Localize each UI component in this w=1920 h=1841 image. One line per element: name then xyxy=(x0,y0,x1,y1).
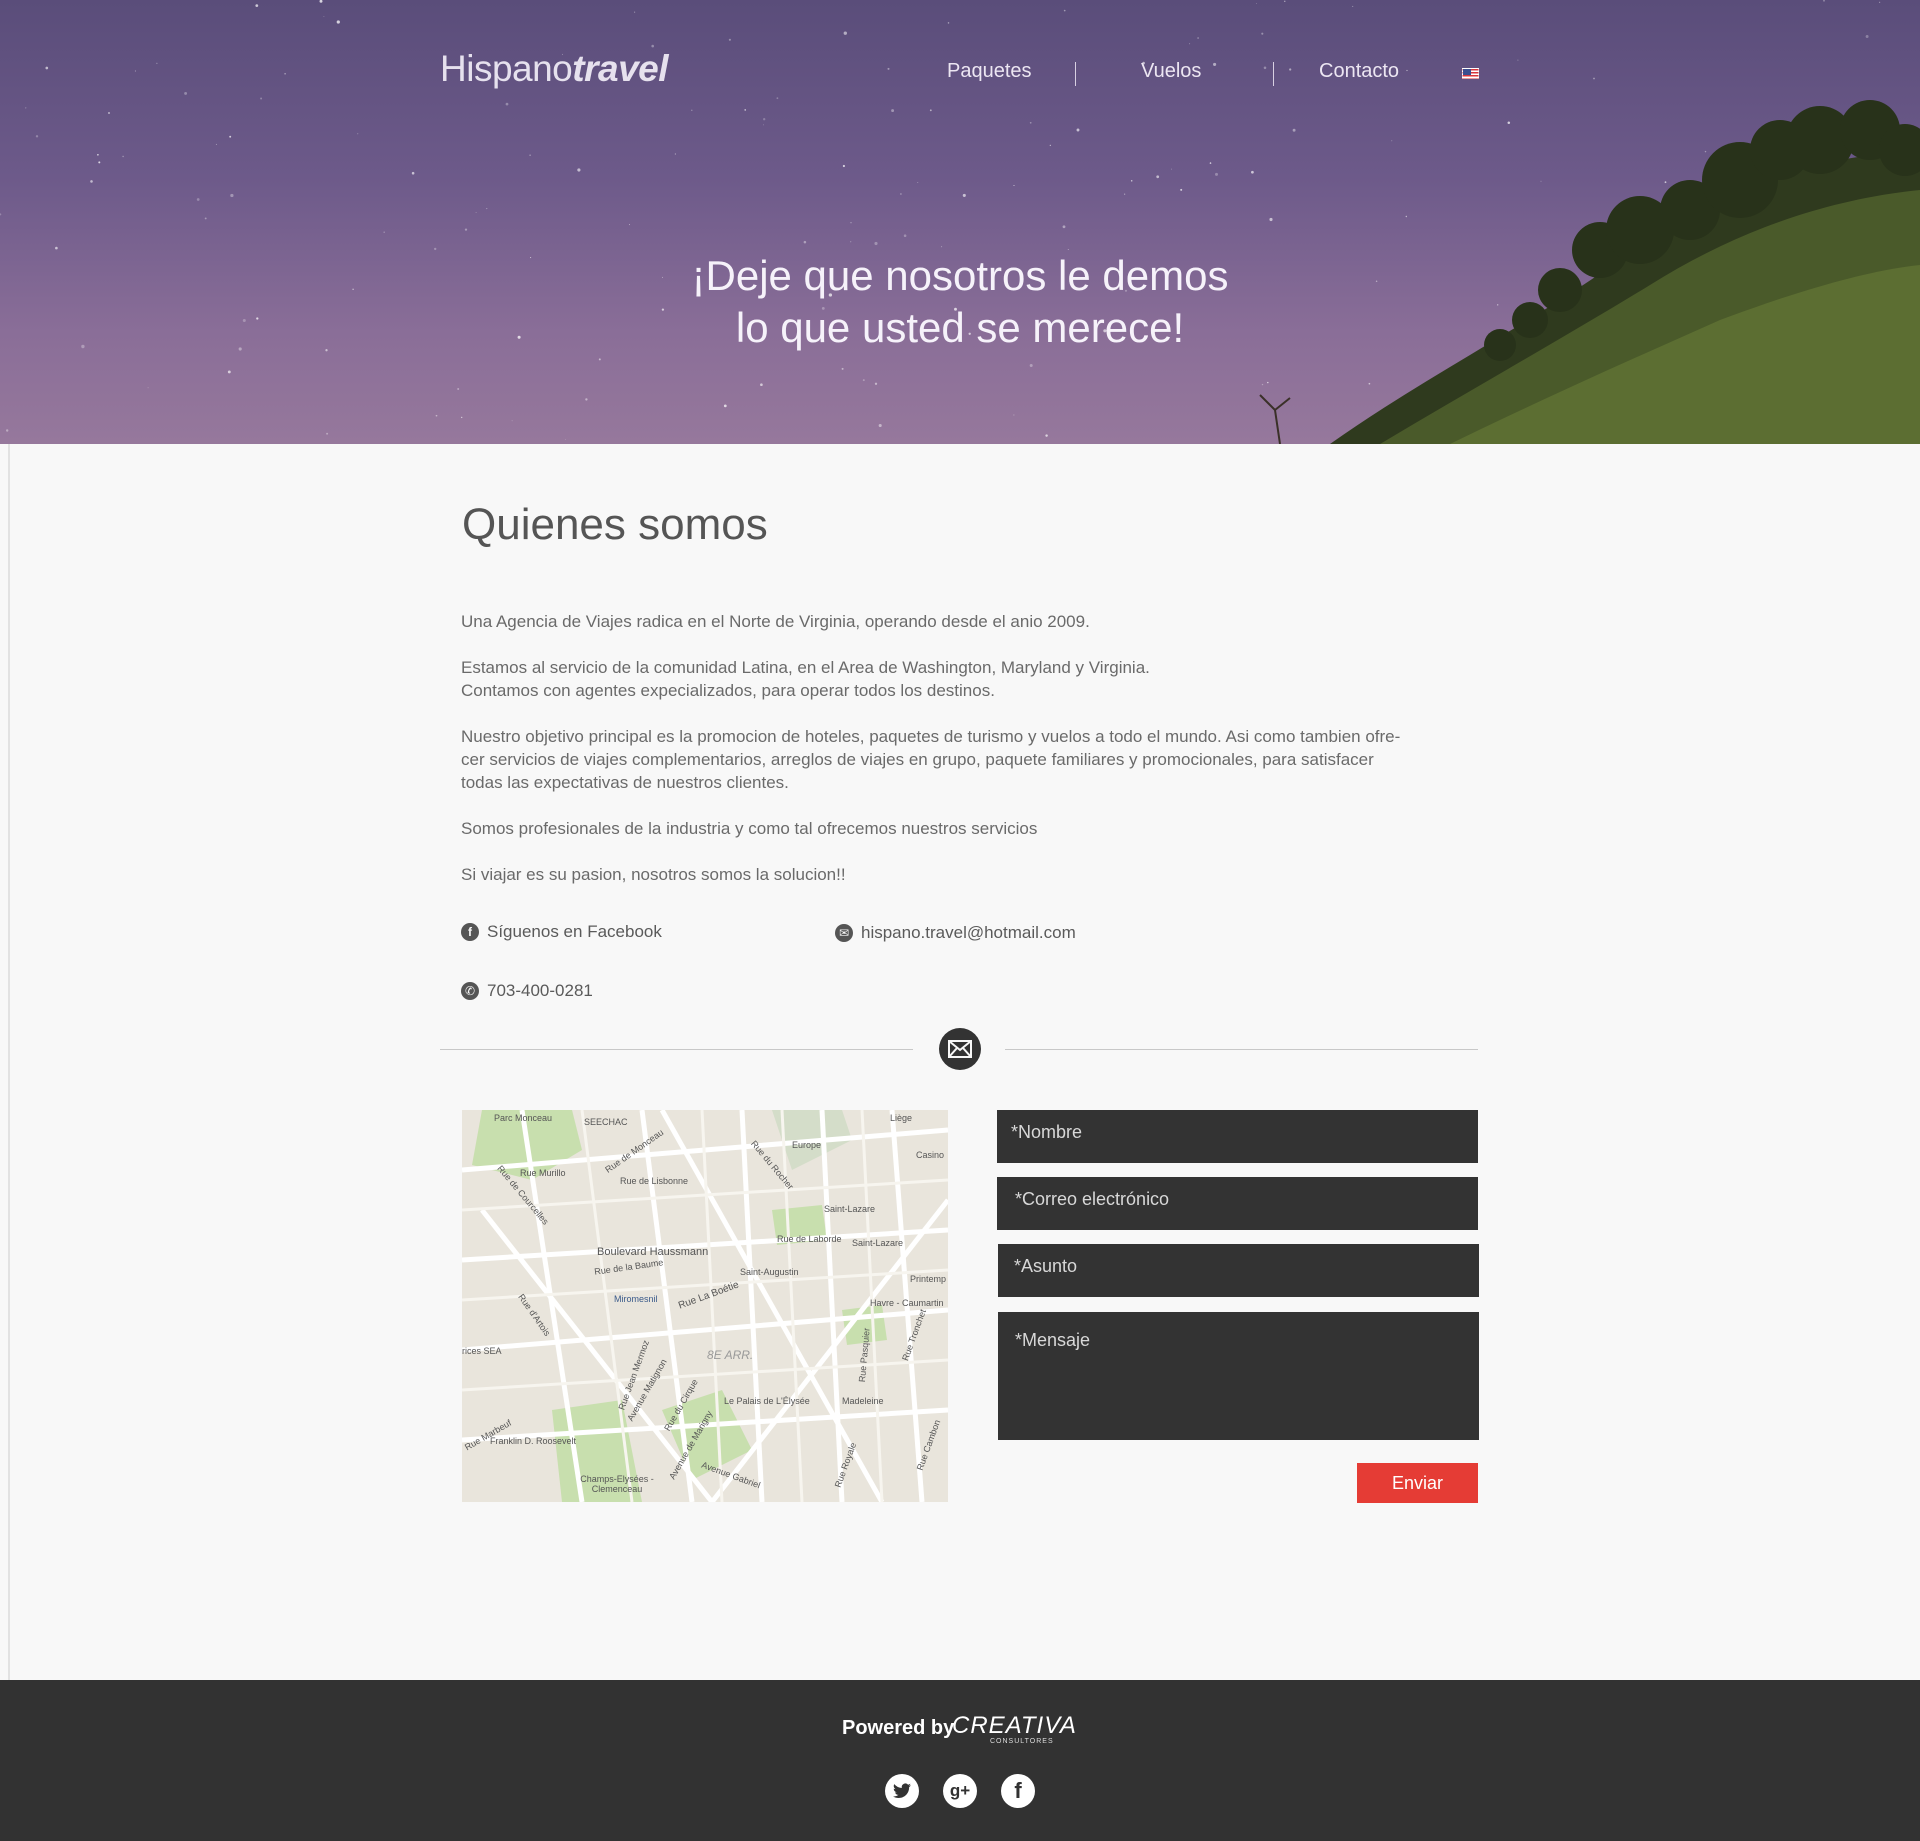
email-field[interactable]: *Correo electrónico xyxy=(997,1177,1478,1230)
map-label: 8E ARR. xyxy=(707,1348,754,1362)
email-address: hispano.travel@hotmail.com xyxy=(861,923,1076,942)
nav-divider xyxy=(1273,62,1274,86)
about-paragraph: Contamos con agentes expecializados, par… xyxy=(461,681,995,700)
map-label: Casino xyxy=(916,1150,945,1160)
google-plus-icon[interactable]: g+ xyxy=(943,1774,977,1808)
us-flag-icon[interactable] xyxy=(1462,68,1479,79)
hero-headline-line2: lo que usted se merece! xyxy=(735,304,1185,351)
phone-link[interactable]: ✆ 703-400-0281 xyxy=(461,981,593,1001)
footer xyxy=(0,1680,1920,1841)
nav-divider xyxy=(1075,62,1076,86)
map-label: Rue de Laborde xyxy=(777,1234,842,1244)
map-label: Parc Monceau xyxy=(494,1113,553,1123)
map-label: Printemp xyxy=(910,1274,947,1284)
facebook-icon: f xyxy=(461,923,479,941)
page-edge-line xyxy=(8,444,10,1680)
message-field[interactable]: *Mensaje xyxy=(998,1312,1479,1440)
hero-banner: Hispanotravel Paquetes Vuelos Contacto ¡… xyxy=(0,0,1920,444)
map-label: Liège xyxy=(890,1113,913,1123)
map-label: Rue Murillo xyxy=(520,1168,566,1178)
nav-item-contacto[interactable]: Contacto xyxy=(1319,60,1399,83)
map-label: Europe xyxy=(792,1140,822,1150)
nav-item-paquetes[interactable]: Paquetes xyxy=(947,60,1032,83)
location-map[interactable]: Parc Monceau SEECHAC Liège Europe Casino… xyxy=(462,1110,948,1502)
map-label: Saint-Lazare xyxy=(824,1204,876,1214)
about-paragraph: Una Agencia de Viajes radica en el Norte… xyxy=(461,612,1090,631)
map-label: Miromesnil xyxy=(614,1294,658,1304)
hero-headline-line1: ¡Deje que nosotros le demos xyxy=(691,252,1229,299)
creativa-logo[interactable]: CREATIVA xyxy=(952,1712,1077,1740)
about-paragraph: cer servicios de viajes complementarios,… xyxy=(461,750,1374,769)
mail-icon xyxy=(939,1028,981,1070)
about-paragraph: todas las expectativas de nuestros clien… xyxy=(461,773,789,792)
hero-headline: ¡Deje que nosotros le demos lo que usted… xyxy=(0,250,1920,354)
map-label: Champs-Elysées - Clemenceau xyxy=(580,1474,654,1494)
map-label: rices SEA xyxy=(462,1346,502,1356)
section-divider-right xyxy=(1005,1049,1478,1050)
map-label: Le Palais de L'Élysée xyxy=(724,1396,810,1406)
phone-icon: ✆ xyxy=(461,982,479,1000)
about-paragraph: Estamos al servicio de la comunidad Lati… xyxy=(461,658,1150,677)
about-title: Quienes somos xyxy=(462,500,768,549)
creativa-logo-sub: CONSULTORES xyxy=(990,1738,1054,1745)
twitter-icon[interactable] xyxy=(885,1774,919,1808)
facebook-icon[interactable]: f xyxy=(1001,1774,1035,1808)
phone-number: 703-400-0281 xyxy=(487,981,593,1000)
email-link[interactable]: ✉ hispano.travel@hotmail.com xyxy=(835,923,1076,943)
map-label: Havre - Caumartin xyxy=(870,1298,944,1308)
map-label: Saint-Lazare xyxy=(852,1238,904,1248)
map-label: Boulevard Haussmann xyxy=(597,1246,709,1258)
map-label: Rue de Lisbonne xyxy=(620,1176,689,1186)
facebook-link[interactable]: f Síguenos en Facebook xyxy=(461,922,662,942)
map-label: Madeleine xyxy=(842,1396,884,1406)
powered-by-label: Powered by xyxy=(842,1717,955,1739)
map-label: Saint-Augustin xyxy=(740,1267,799,1277)
envelope-icon: ✉ xyxy=(835,924,853,942)
facebook-link-label: Síguenos en Facebook xyxy=(487,922,662,941)
submit-button[interactable]: Enviar xyxy=(1357,1463,1478,1503)
main-nav: Paquetes Vuelos Contacto xyxy=(0,60,1920,90)
section-divider-left xyxy=(440,1049,913,1050)
about-paragraph: Nuestro objetivo principal es la promoci… xyxy=(461,727,1401,746)
map-label: Franklin D. Roosevelt xyxy=(490,1436,577,1446)
subject-field[interactable]: *Asunto xyxy=(998,1244,1479,1297)
about-paragraph: Si viajar es su pasion, nosotros somos l… xyxy=(461,865,846,884)
nav-item-vuelos[interactable]: Vuelos xyxy=(1141,60,1201,83)
map-label: SEECHAC xyxy=(584,1117,628,1127)
about-paragraph: Somos profesionales de la industria y co… xyxy=(461,819,1038,838)
name-field[interactable]: *Nombre xyxy=(997,1110,1478,1163)
